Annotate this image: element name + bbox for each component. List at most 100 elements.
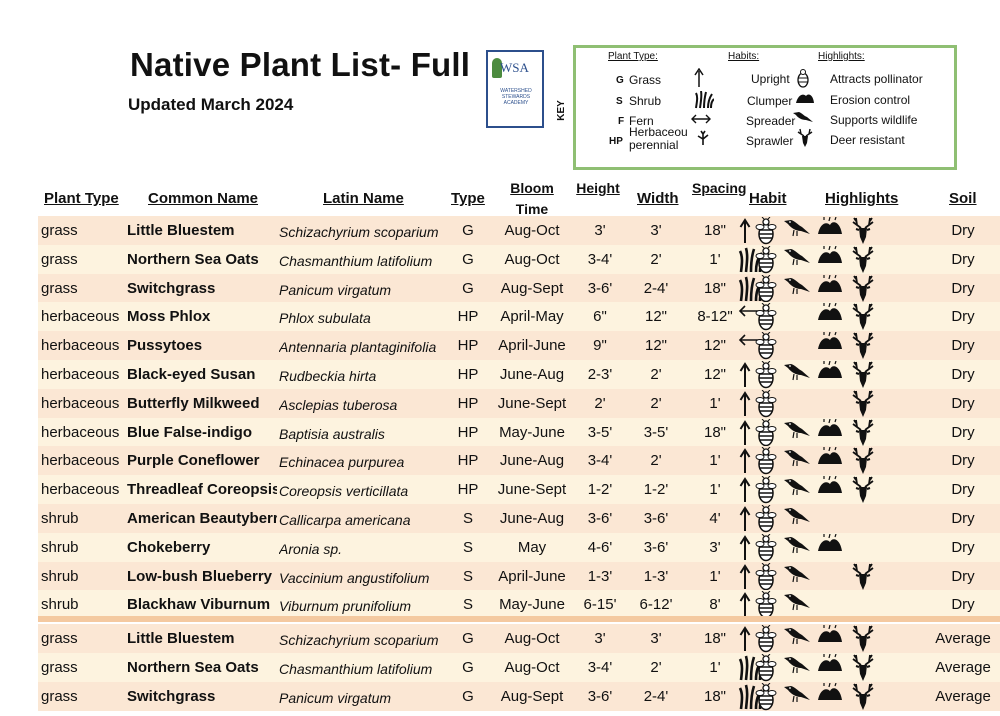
deer-icon — [851, 625, 877, 652]
erosion-icon — [817, 653, 843, 681]
wildlife-icon — [783, 419, 810, 446]
table-row: grass Little Bluestem Schizachyrium scopar… — [38, 624, 1000, 653]
height-cell: 3-4' — [587, 452, 613, 470]
spacing-cell: 1' — [709, 452, 721, 470]
page-title: Native Plant List- Full — [130, 46, 471, 83]
type-code-cell: S — [462, 596, 473, 614]
type-code-cell: G — [462, 687, 474, 705]
plant-type-cell: shrub — [41, 538, 79, 556]
table-row: herbaceous Blue False-indigo Baptisia aust… — [38, 417, 1000, 447]
pollinator-icon — [755, 245, 781, 274]
common-name-cell: Low-bush Blueberry — [127, 567, 273, 585]
height-cell: 2-3' — [587, 366, 613, 383]
spacing-cell: 1' — [709, 250, 721, 268]
latin-name-cell: Schizachyrium scoparium — [279, 224, 439, 240]
key-highlight-deer: Deer resistant — [830, 133, 905, 147]
pollinator-icon — [755, 360, 781, 389]
wildlife-icon — [783, 217, 810, 244]
pollinator-icon — [755, 562, 781, 590]
latin-name-cell: Coreopsis verticillata — [279, 483, 409, 500]
pollinator-icon — [755, 389, 781, 418]
width-cell: 2-4' — [643, 687, 669, 705]
common-name-cell: American Beautyberry — [127, 510, 277, 527]
bloom-time-cell: June-Aug — [499, 366, 565, 383]
table-row: herbaceous Purple Coneflower Echinacea pur… — [38, 446, 1000, 476]
pollinator-icon — [755, 653, 781, 682]
bloom-time-cell: April-June — [498, 337, 566, 355]
spacing-cell: 1' — [709, 567, 721, 585]
key-code-s: S — [616, 96, 623, 107]
height-cell: 3' — [594, 222, 606, 239]
common-name-cell: Chokeberry — [127, 538, 211, 556]
latin-name-cell: Phlox subulata — [279, 310, 371, 327]
erosion-icon — [817, 216, 843, 244]
header-soil: Soil — [949, 190, 977, 207]
soil-cell: Dry — [951, 394, 975, 412]
bloom-time-cell: Aug-Oct — [504, 250, 560, 268]
header-spacing: Spacing — [692, 180, 746, 196]
table-row: grass Northern Sea Oats Chasmanthium latif… — [38, 652, 1000, 682]
bloom-time-cell: April-June — [498, 567, 566, 585]
key-label: KEY — [555, 100, 567, 121]
soil-cell: Dry — [951, 538, 975, 556]
soil-cell: Dry — [951, 308, 975, 326]
key-box: Plant Type: Habits: Highlights: G Grass … — [573, 45, 957, 170]
common-name-cell: Blue False-indigo — [127, 423, 253, 441]
key-code-g: G — [616, 75, 624, 86]
pollinator-icon — [755, 303, 781, 331]
height-cell: 4-6' — [587, 538, 613, 556]
bloom-time-cell: May — [517, 538, 547, 556]
key-clumper-icon — [693, 90, 715, 109]
key-habit-sprawler: Sprawler — [746, 134, 794, 148]
table-row: herbaceous Butterfly Milkweed Asclepias tu… — [38, 388, 1000, 418]
height-cell: 6-15' — [583, 596, 617, 614]
soil-cell: Dry — [951, 481, 975, 499]
latin-name-cell: Callicarpa americana — [279, 512, 411, 528]
spacing-cell: 1' — [709, 481, 721, 499]
pollinator-icon — [755, 682, 781, 710]
bloom-time-cell: May-June — [499, 423, 565, 441]
width-cell: 1-3' — [643, 567, 669, 585]
type-code-cell: G — [462, 279, 474, 297]
key-highlights-header: Highlights: — [818, 51, 865, 62]
bloom-time-cell: Aug-Oct — [504, 630, 560, 647]
table-row: herbaceous Moss Phlox Phlox subulata HP Apri… — [38, 302, 1000, 332]
common-name-cell: Moss Phlox — [127, 308, 211, 326]
key-erosion-icon — [794, 90, 816, 108]
soil-cell: Dry — [951, 596, 975, 614]
key-bee-icon — [792, 68, 814, 88]
wildlife-icon — [783, 275, 810, 302]
deer-icon — [851, 419, 877, 446]
wildlife-icon — [783, 246, 810, 273]
wildlife-icon — [783, 505, 810, 532]
header-type: Type — [451, 190, 485, 207]
plant-type-cell: herbaceous — [41, 394, 120, 412]
pollinator-icon — [755, 533, 781, 562]
wildlife-icon — [783, 563, 810, 590]
spacing-cell: 18" — [703, 279, 726, 297]
plant-type-cell: grass — [41, 222, 78, 239]
height-cell: 3' — [594, 630, 606, 647]
latin-name-cell: Chasmanthium latifolium — [279, 660, 433, 677]
deer-icon — [851, 683, 877, 710]
soil-cell: Average — [935, 687, 991, 705]
soil-cell: Dry — [951, 423, 975, 441]
deer-icon — [851, 217, 877, 244]
width-cell: 3-6' — [643, 538, 669, 556]
key-habit-spreader: Spreader — [746, 114, 796, 128]
pollinator-icon — [755, 475, 781, 504]
key-highlight-pollinator: Attracts pollinator — [830, 72, 923, 86]
latin-name-cell: Echinacea purpurea — [279, 454, 405, 471]
wildlife-icon — [783, 476, 810, 503]
common-name-cell: Switchgrass — [127, 687, 216, 705]
spacing-cell: 8-12" — [697, 308, 733, 326]
bloom-time-cell: April-May — [500, 308, 564, 326]
wildlife-icon — [783, 654, 810, 681]
wildlife-icon — [783, 683, 810, 710]
key-plant-type-header: Plant Type: — [608, 51, 658, 62]
latin-name-cell: Panicum virgatum — [279, 689, 392, 706]
logo-text: WSA — [500, 60, 529, 75]
table-row: grass Switchgrass Panicum virgatum G Aug-Sep… — [38, 681, 1000, 711]
key-type-grass: Grass — [629, 73, 662, 87]
plant-type-cell: shrub — [41, 596, 79, 614]
